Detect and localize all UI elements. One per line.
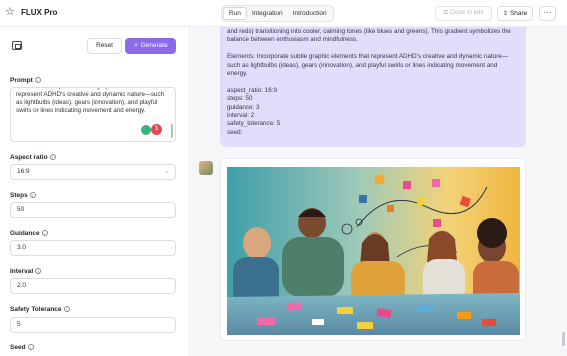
info-icon[interactable]: i <box>29 192 36 198</box>
assistant-avatar <box>199 161 213 175</box>
user-message: and reds) transitioning into cooler, cal… <box>220 27 526 147</box>
share-icon: ⇪ <box>502 10 510 17</box>
interval-label: Interval i <box>10 268 42 275</box>
share-button[interactable]: ⇪ Share <box>497 6 533 21</box>
generate-label: Generate <box>140 42 168 49</box>
top-bar: ☆ FLUX Pro Run Integration Introduction … <box>0 0 567 27</box>
prompt-label: Prompt i <box>10 77 41 84</box>
param-line: safety_tolerance: 5 <box>227 120 281 128</box>
prompt-text: Elements: Incorporate subtle graphic ele… <box>16 88 165 114</box>
aspect-ratio-select[interactable]: 16:9 ⌄ <box>10 164 176 180</box>
info-icon[interactable]: i <box>41 230 48 236</box>
clone-label: Clone to edit <box>449 10 484 16</box>
info-icon[interactable]: i <box>27 344 34 350</box>
guidance-input[interactable]: 3.0 <box>10 240 176 256</box>
more-options-button[interactable]: ··· <box>539 6 556 21</box>
param-line: aspect_ratio: 16:9 <box>227 86 278 94</box>
tab-introduction[interactable]: Introduction <box>288 7 332 20</box>
generated-image-card <box>220 158 526 341</box>
prompt-label-text: Prompt <box>10 77 33 84</box>
tab-bar: Run Integration Introduction <box>221 5 334 22</box>
info-icon[interactable]: i <box>34 77 41 83</box>
tab-run[interactable]: Run <box>223 7 247 20</box>
safety-tolerance-input[interactable]: 5 <box>10 317 176 333</box>
steps-label-text: Steps <box>10 192 28 199</box>
message-paragraph: and reds) transitioning into cooler, cal… <box>227 28 511 44</box>
grammar-assistant-icon[interactable] <box>141 125 151 135</box>
sparkle-icon: ✧ <box>133 42 141 49</box>
safety-tolerance-label-text: Safety Tolerance <box>10 306 62 313</box>
star-icon[interactable]: ☆ <box>5 7 16 18</box>
output-panel: and reds) transitioning into cooler, cal… <box>191 27 567 356</box>
aspect-ratio-label: Aspect ratio i <box>10 154 56 161</box>
generate-button[interactable]: ✧ Generate <box>125 38 176 54</box>
input-panel: Reset ✧ Generate Prompti Elements: Incor… <box>0 27 190 356</box>
message-paragraph: Elements: Incorporate subtle graphic ele… <box>227 53 509 78</box>
info-icon[interactable]: i <box>49 154 56 160</box>
param-line: interval: 2 <box>227 112 255 120</box>
interval-input[interactable]: 2.0 <box>10 278 176 294</box>
reset-button[interactable]: Reset <box>87 38 122 54</box>
param-line: steps: 50 <box>227 95 253 103</box>
info-icon[interactable]: i <box>35 268 42 274</box>
steps-input[interactable]: 50 <box>10 202 176 218</box>
safety-tolerance-label: Safety Tolerance i <box>10 306 70 313</box>
param-line: guidance: 3 <box>227 103 260 111</box>
seed-label-text: Seed <box>10 344 26 351</box>
guidance-label-text: Guidance <box>10 230 40 237</box>
steps-label: Steps i <box>10 192 36 199</box>
clone-to-edit-button[interactable]: ⧉ Clone to edit <box>435 6 492 21</box>
info-icon[interactable]: i <box>63 306 70 312</box>
prompt-scrollbar[interactable] <box>171 124 173 138</box>
output-scrollbar[interactable] <box>562 332 565 346</box>
aspect-ratio-value: 16:9 <box>17 168 30 175</box>
share-label: Share <box>509 10 528 17</box>
notification-badge[interactable]: 1 <box>151 124 162 135</box>
panel-toggle-icon[interactable] <box>12 41 22 50</box>
chevron-down-icon: ⌄ <box>163 169 169 175</box>
param-line: seed: <box>227 128 243 136</box>
prompt-textarea[interactable]: Elements: Incorporate subtle graphic ele… <box>10 87 176 142</box>
tab-integration[interactable]: Integration <box>247 7 288 20</box>
aspect-ratio-label-text: Aspect ratio <box>10 154 48 161</box>
app-title: FLUX Pro <box>21 8 58 17</box>
seed-label: Seed i <box>10 344 34 351</box>
generated-image[interactable] <box>227 167 520 335</box>
guidance-label: Guidance i <box>10 230 48 237</box>
interval-label-text: Interval <box>10 268 34 275</box>
